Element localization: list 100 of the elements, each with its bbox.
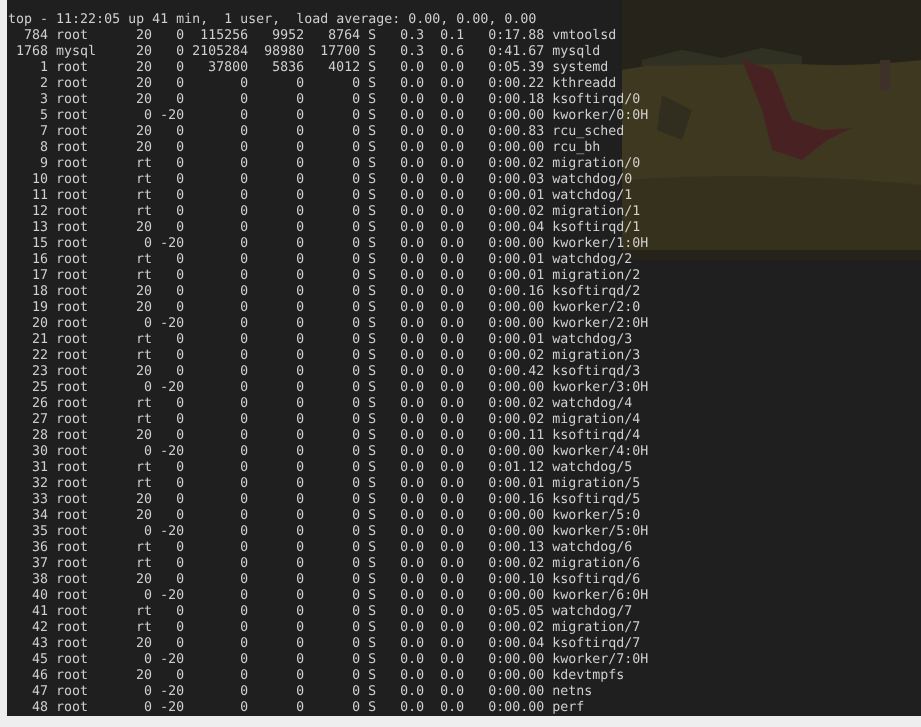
table-cell-text: 0 <box>175 460 184 476</box>
table-cell: netns <box>552 684 592 700</box>
table-cell-text: 0 <box>175 140 184 156</box>
table-cell: -20 <box>160 236 184 252</box>
table-cell-text: 0:00.00 <box>487 588 544 604</box>
table-cell-text: 0 <box>351 92 360 108</box>
table-cell-text: 0:00.00 <box>487 140 544 156</box>
table-cell-text: root <box>56 108 90 124</box>
table-cell-text: root <box>56 364 90 380</box>
table-cell-text: 0 <box>239 252 248 268</box>
table-cell-text: 0.0 <box>399 668 424 684</box>
table-cell-text: 0.0 <box>399 204 424 220</box>
table-cell: migration/7 <box>552 620 640 636</box>
table-cell-text: root <box>56 204 90 220</box>
table-cell-text: root <box>56 636 90 652</box>
table-cell: kworker/2:0 <box>552 300 640 316</box>
table-cell: kworker/2:0H <box>552 316 648 332</box>
table-cell-text: 20 <box>135 668 152 684</box>
table-cell-text: 20 <box>135 92 152 108</box>
table-cell-text: 0 <box>351 652 360 668</box>
table-cell-text: 0 <box>239 604 248 620</box>
table-cell-text: 0.0 <box>439 332 464 348</box>
table-cell-text: 0 <box>239 108 248 124</box>
table-cell: S <box>368 284 376 300</box>
table-cell-text: 0.0 <box>399 620 424 636</box>
table-cell: migration/1 <box>552 204 640 220</box>
table-cell: S <box>368 172 376 188</box>
table-cell-text: rt <box>135 620 152 636</box>
table-cell-text: 0.0 <box>399 476 424 492</box>
table-cell-text: root <box>56 604 90 620</box>
table-cell-text: 0.0 <box>399 220 424 236</box>
table-cell-text: 0.0 <box>399 172 424 188</box>
table-cell-text: 0 <box>295 76 304 92</box>
table-cell-text: 0 <box>175 60 184 76</box>
table-cell-text: 0:17.88 <box>487 28 544 44</box>
table-cell-text: 0.0 <box>399 428 424 444</box>
table-cell: S <box>368 332 376 348</box>
table-cell-text: rt <box>135 476 152 492</box>
table-cell-text: 0 <box>239 652 248 668</box>
table-cell: ksoftirqd/5 <box>552 492 640 508</box>
table-cell: S <box>368 636 376 652</box>
table-cell-text: root <box>56 76 90 92</box>
table-cell-text: root <box>56 476 90 492</box>
table-cell-text: 0.0 <box>439 380 464 396</box>
table-cell-text: rt <box>135 412 152 428</box>
table-cell-text: 0.0 <box>399 284 424 300</box>
table-cell-text: 0:00.04 <box>487 636 544 652</box>
table-cell-text: 0 <box>143 700 152 716</box>
table-cell-text: 0 <box>295 220 304 236</box>
table-cell-text: 0 <box>239 188 248 204</box>
table-cell-text: 46 <box>31 668 48 684</box>
table-cell-text: 0 <box>351 620 360 636</box>
table-cell-text: 0.0 <box>399 380 424 396</box>
table-cell-text: 0 <box>351 700 360 716</box>
table-cell-text: 0.0 <box>399 540 424 556</box>
table-cell-text: 0.0 <box>439 444 464 460</box>
table-cell-text: rt <box>135 556 152 572</box>
table-cell: S <box>368 428 376 444</box>
table-cell-text: 0.0 <box>399 140 424 156</box>
table-cell-text: 0 <box>295 348 304 364</box>
table-cell-text: 0 <box>351 220 360 236</box>
table-cell-text: 0 <box>239 348 248 364</box>
table-cell-text: 0 <box>175 364 184 380</box>
table-cell-text: 0.0 <box>399 92 424 108</box>
table-cell-text: 12 <box>31 204 48 220</box>
table-cell-text: 0 <box>295 380 304 396</box>
table-cell-text: 0 <box>351 556 360 572</box>
table-cell-text: mysql <box>56 44 98 60</box>
table-cell-text: 0 <box>351 668 360 684</box>
table-cell: S <box>368 540 376 556</box>
table-cell: S <box>368 348 376 364</box>
table-cell-text: 20 <box>135 572 152 588</box>
table-cell-text: 0.0 <box>439 92 464 108</box>
table-cell: rcu_sched <box>552 124 624 140</box>
table-cell-text: 0.0 <box>399 316 424 332</box>
table-cell-text: 0.0 <box>399 492 424 508</box>
table-cell: S <box>368 652 376 668</box>
table-cell-text: 0.0 <box>399 268 424 284</box>
table-cell-text: 0:00.00 <box>487 316 544 332</box>
table-cell-text: 0 <box>295 140 304 156</box>
table-cell-text: 1 <box>39 60 48 76</box>
table-cell-text: 0.0 <box>399 412 424 428</box>
table-cell-text: 20 <box>135 284 152 300</box>
table-cell-text: 0 <box>295 604 304 620</box>
table-cell: -20 <box>160 380 184 396</box>
table-cell: S <box>368 380 376 396</box>
table-cell-text: root <box>56 188 90 204</box>
table-cell-text: 0 <box>351 268 360 284</box>
table-cell: S <box>368 44 376 60</box>
table-cell-text: 0.0 <box>399 300 424 316</box>
table-cell-text: 30 <box>31 444 48 460</box>
table-cell-text: 0 <box>239 140 248 156</box>
table-cell-text: 13 <box>31 220 48 236</box>
table-cell: -20 <box>160 108 184 124</box>
table-cell: mysqld <box>552 44 600 60</box>
table-cell: systemd <box>552 60 608 76</box>
table-cell-text: root <box>56 284 90 300</box>
table-cell-text: 0 <box>175 268 184 284</box>
table-cell-text: 0.0 <box>399 236 424 252</box>
table-cell-text: 0 <box>351 460 360 476</box>
